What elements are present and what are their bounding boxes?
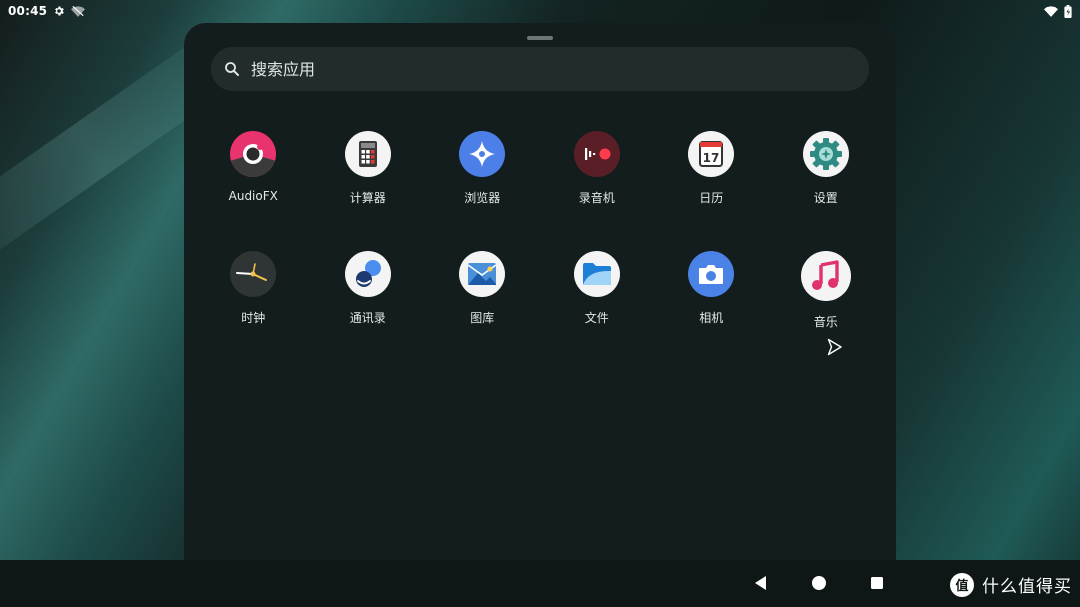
app-calendar[interactable]: 17 日历 — [654, 131, 769, 229]
app-settings[interactable]: 设置 — [769, 131, 884, 229]
app-camera[interactable]: 相机 — [654, 251, 769, 349]
settings-icon — [55, 6, 64, 16]
app-music[interactable]: 音乐 — [769, 251, 884, 349]
app-label: 图库 — [470, 311, 495, 325]
status-time: 00:45 — [8, 4, 48, 18]
calendar-icon: 17 — [688, 131, 735, 177]
gallery-icon — [459, 251, 506, 297]
app-label: 设置 — [813, 191, 838, 205]
contacts-icon — [344, 251, 391, 297]
app-grid: AudioFX 计算器 浏览器 录音机 17 日历 设置 时钟 通讯录 图库 文… — [196, 131, 884, 349]
home-icon[interactable] — [810, 574, 828, 592]
app-files[interactable]: 文件 — [540, 251, 655, 349]
app-label: AudioFX — [228, 189, 278, 203]
camera-icon — [688, 251, 735, 297]
calculator-icon — [344, 131, 391, 177]
drag-handle[interactable] — [527, 36, 553, 40]
search-icon — [225, 62, 239, 76]
app-recorder[interactable]: 录音机 — [540, 131, 655, 229]
status-bar: 00:45 — [0, 0, 1080, 22]
browser-icon — [459, 131, 506, 177]
app-gallery[interactable]: 图库 — [425, 251, 540, 349]
app-label: 相机 — [699, 311, 724, 325]
app-label: 计算器 — [349, 191, 386, 205]
watermark: 值 什么值得买 — [950, 572, 1072, 597]
app-label: 通讯录 — [349, 311, 386, 325]
app-drawer: AudioFX 计算器 — [184, 23, 896, 563]
audiofx-icon — [230, 131, 277, 177]
search-bar[interactable] — [211, 47, 869, 91]
navigation-bar: 值 什么值得买 — [0, 560, 1080, 607]
app-label: 录音机 — [578, 191, 615, 205]
no-signal-icon — [71, 5, 86, 17]
app-label: 时钟 — [241, 311, 266, 325]
app-label: 日历 — [699, 191, 724, 205]
app-clock[interactable]: 时钟 — [196, 251, 311, 349]
app-label: 文件 — [584, 311, 609, 325]
search-input[interactable] — [251, 59, 831, 79]
music-icon — [800, 251, 851, 301]
app-calculator[interactable]: 计算器 — [311, 131, 426, 229]
app-audiofx[interactable]: AudioFX — [196, 131, 311, 229]
files-icon — [573, 251, 620, 297]
battery-icon — [1064, 4, 1072, 18]
status-left: 00:45 — [8, 4, 86, 18]
watermark-logo: 值 — [950, 572, 974, 597]
recents-icon[interactable] — [868, 574, 886, 592]
calendar-day: 17 — [703, 151, 720, 165]
wifi-icon — [1044, 6, 1058, 17]
mouse-cursor-icon — [827, 338, 842, 356]
clock-icon — [230, 251, 277, 297]
app-label: 音乐 — [813, 315, 838, 329]
watermark-text: 什么值得买 — [982, 577, 1072, 597]
app-contacts[interactable]: 通讯录 — [311, 251, 426, 349]
recorder-icon — [573, 131, 620, 177]
settings-icon — [802, 131, 849, 177]
app-label: 浏览器 — [464, 191, 501, 205]
app-browser[interactable]: 浏览器 — [425, 131, 540, 229]
back-icon[interactable] — [752, 574, 770, 592]
status-right — [1044, 4, 1072, 18]
